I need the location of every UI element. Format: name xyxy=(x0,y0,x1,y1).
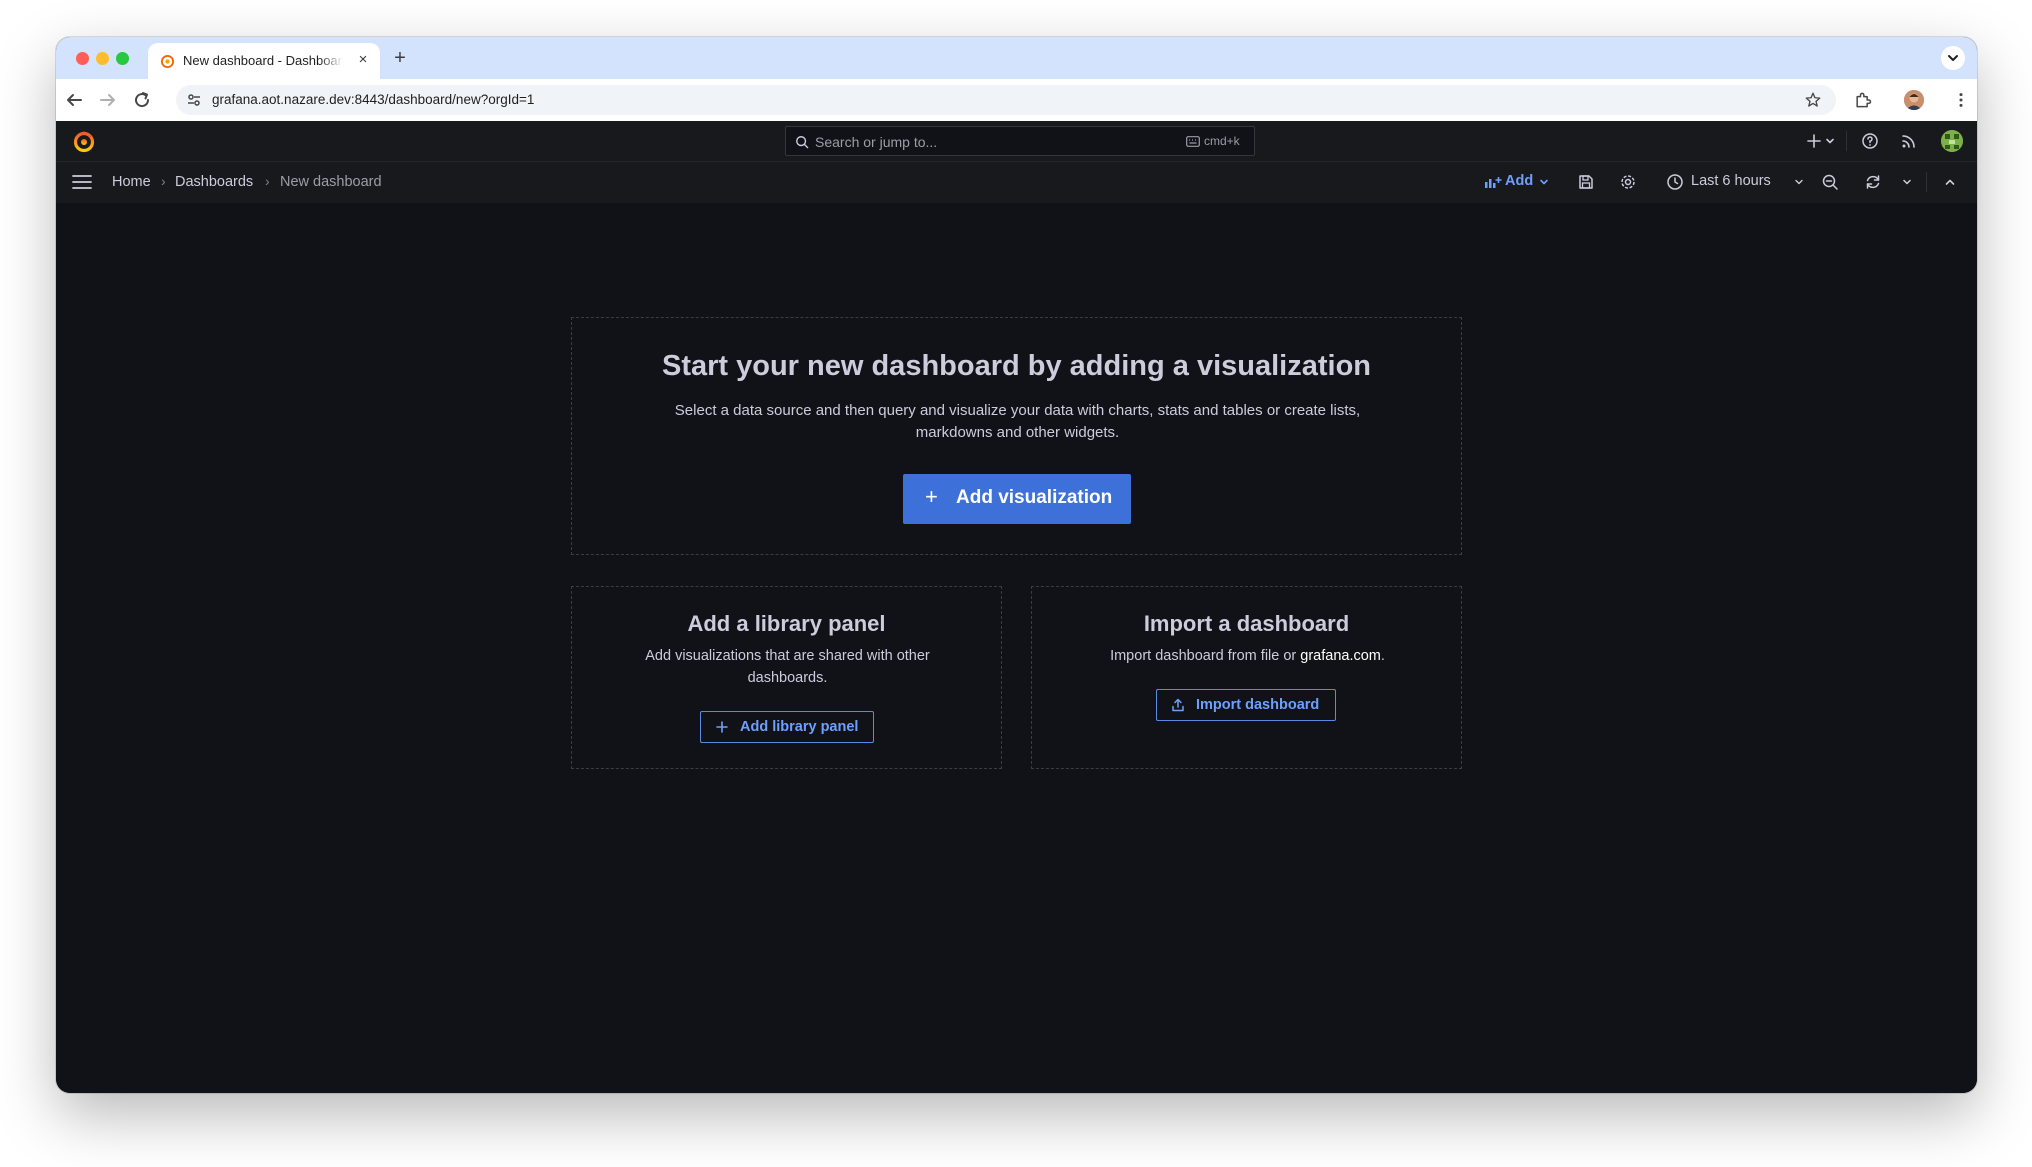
breadcrumb-current: New dashboard xyxy=(280,174,382,190)
plus-icon xyxy=(716,721,728,733)
refresh-icon[interactable] xyxy=(1864,173,1882,191)
import-dashboard-label: Import dashboard xyxy=(1196,697,1320,713)
browser-tab-strip: New dashboard - Dashboards - Grafana × + xyxy=(56,37,1977,79)
grafana-com-link[interactable]: grafana.com xyxy=(1300,648,1381,664)
news-rss-icon[interactable] xyxy=(1900,132,1918,150)
maximize-window-button[interactable] xyxy=(116,52,129,65)
add-visualization-button[interactable]: + Add visualization xyxy=(903,474,1131,524)
top-bar-divider xyxy=(1846,131,1847,151)
menu-hamburger-icon[interactable] xyxy=(72,173,92,191)
chevron-down-icon[interactable] xyxy=(1898,173,1916,191)
tab-close-icon[interactable]: × xyxy=(354,51,372,69)
settings-gear-icon[interactable] xyxy=(1619,173,1637,191)
close-window-button[interactable] xyxy=(76,52,89,65)
toolbar-divider xyxy=(1926,172,1927,192)
extensions-puzzle-icon[interactable] xyxy=(1853,90,1873,110)
dashboard-content: Start your new dashboard by adding a vis… xyxy=(56,203,1977,1093)
reload-icon[interactable] xyxy=(130,88,154,112)
import-dashboard-card: Import a dashboard Import dashboard from… xyxy=(1031,586,1462,769)
chevron-down-icon[interactable] xyxy=(1821,132,1839,150)
chevron-up-icon[interactable] xyxy=(1941,173,1959,191)
add-library-panel-button[interactable]: Add library panel xyxy=(700,711,874,743)
empty-dashboard-panel: Start your new dashboard by adding a vis… xyxy=(571,317,1462,555)
search-icon xyxy=(796,136,809,149)
chevron-down-icon xyxy=(1795,179,1803,185)
keyboard-icon xyxy=(1186,136,1200,147)
tab-search-button[interactable] xyxy=(1941,46,1965,70)
plus-icon: + xyxy=(925,484,938,509)
user-avatar[interactable] xyxy=(1941,130,1963,152)
url-text[interactable]: grafana.aot.nazare.dev:8443/dashboard/ne… xyxy=(212,92,534,107)
address-bar[interactable]: grafana.aot.nazare.dev:8443/dashboard/ne… xyxy=(176,85,1836,115)
browser-toolbar: grafana.aot.nazare.dev:8443/dashboard/ne… xyxy=(56,79,1977,121)
add-visualization-label: Add visualization xyxy=(956,487,1113,508)
breadcrumb-separator: › xyxy=(161,173,166,189)
library-panel-card: Add a library panel Add visualizations t… xyxy=(571,586,1002,769)
profile-avatar[interactable] xyxy=(1904,90,1924,110)
import-dashboard-description: Import dashboard from file or grafana.co… xyxy=(1052,645,1443,667)
user-avatar-icon xyxy=(1941,130,1963,152)
help-icon[interactable] xyxy=(1861,132,1879,150)
breadcrumb-dashboards[interactable]: Dashboards xyxy=(175,174,253,190)
add-button-label: Add xyxy=(1505,173,1534,189)
chevron-down-icon xyxy=(1948,55,1958,61)
search-shortcut: cmd+k xyxy=(1204,134,1240,148)
new-tab-button[interactable]: + xyxy=(389,47,411,69)
dashboard-nav-bar: Home › Dashboards › New dashboard Add La… xyxy=(56,162,1977,204)
back-arrow-icon[interactable] xyxy=(62,88,86,112)
browser-tab-active[interactable]: New dashboard - Dashboards - Grafana × xyxy=(148,43,380,79)
import-description-text: Import dashboard from file or xyxy=(1110,648,1301,664)
save-icon[interactable] xyxy=(1577,173,1595,191)
empty-state-description: Select a data source and then query and … xyxy=(674,402,1361,441)
library-panel-description: Add visualizations that are shared with … xyxy=(645,648,930,686)
import-dashboard-button[interactable]: Import dashboard xyxy=(1156,689,1336,721)
add-library-panel-label: Add library panel xyxy=(740,719,859,735)
minimize-window-button[interactable] xyxy=(96,52,109,65)
clock-icon xyxy=(1667,174,1683,190)
empty-state-title: Start your new dashboard by adding a vis… xyxy=(661,350,1371,382)
search-placeholder: Search or jump to... xyxy=(815,134,938,150)
chevron-down-icon xyxy=(1540,179,1548,185)
upload-icon xyxy=(1172,698,1184,712)
time-range-label: Last 6 hours xyxy=(1691,173,1771,189)
search-input[interactable]: Search or jump to... cmd+k xyxy=(785,126,1255,156)
browser-window: New dashboard - Dashboards - Grafana × + xyxy=(56,37,1977,1093)
library-panel-title: Add a library panel xyxy=(687,611,886,636)
grafana-top-bar: Search or jump to... cmd+k xyxy=(56,121,1977,162)
import-description-end: . xyxy=(1380,648,1385,664)
tab-title: New dashboard - Dashboards - Grafana xyxy=(183,53,343,68)
forward-arrow-icon[interactable] xyxy=(96,88,120,112)
add-panel-chart-icon xyxy=(1485,177,1502,188)
import-dashboard-title: Import a dashboard xyxy=(1143,611,1350,636)
breadcrumb-home[interactable]: Home xyxy=(112,174,151,190)
breadcrumb-separator: › xyxy=(265,173,270,189)
zoom-out-icon[interactable] xyxy=(1821,173,1839,191)
bookmark-star-icon[interactable] xyxy=(1804,91,1822,109)
more-vertical-icon[interactable] xyxy=(1951,90,1971,110)
person-avatar-icon xyxy=(1904,90,1924,110)
grafana-logo-icon[interactable] xyxy=(72,129,96,153)
site-settings-icon[interactable] xyxy=(186,92,202,108)
grafana-favicon-icon xyxy=(160,54,175,69)
